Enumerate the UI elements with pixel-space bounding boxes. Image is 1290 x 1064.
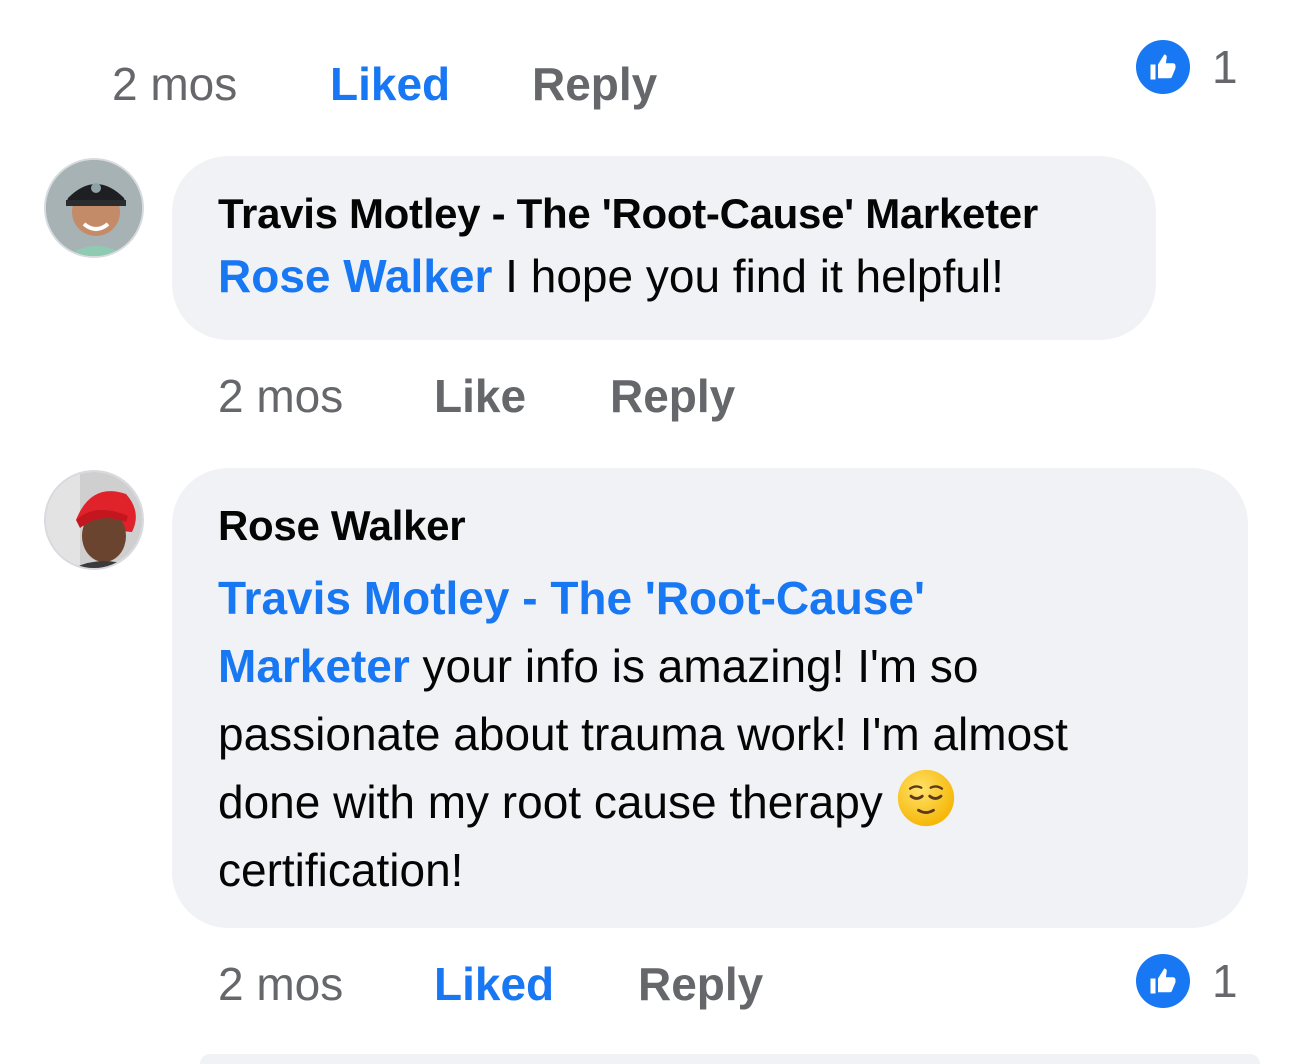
- avatar-travis[interactable]: [44, 158, 144, 258]
- reaction-summary[interactable]: 1: [1136, 40, 1238, 94]
- mention-link[interactable]: Rose Walker: [218, 250, 492, 302]
- reply-button[interactable]: Reply: [638, 956, 763, 1012]
- comment-bubble-travis: Travis Motley - The 'Root-Cause' Markete…: [172, 156, 1156, 340]
- reaction-summary[interactable]: 1: [1136, 954, 1238, 1008]
- like-button[interactable]: Liked: [434, 956, 554, 1012]
- mention-link-continued[interactable]: Marketer: [218, 640, 410, 692]
- comment-timestamp: 2 mos: [218, 370, 344, 422]
- comment-body: Rose Walker I hope you find it helpful!: [218, 242, 1110, 310]
- comment-text: passionate about trauma work! I'm almost: [218, 708, 1068, 760]
- next-comment-bubble-edge: [200, 1054, 1260, 1064]
- thumbs-up-icon: [1136, 954, 1190, 1008]
- relieved-face-emoji: [897, 769, 954, 827]
- reply-button[interactable]: Reply: [532, 56, 657, 112]
- comment-text: done with my root cause therapy: [218, 776, 896, 828]
- like-button[interactable]: Liked: [330, 56, 450, 112]
- comment-bubble-rose: Rose Walker Travis Motley - The 'Root-Ca…: [172, 468, 1248, 928]
- comment-timestamp: 2 mos: [218, 958, 344, 1010]
- thumbs-up-icon: [1136, 40, 1190, 94]
- comment-timestamp: 2 mos: [112, 58, 238, 110]
- reaction-count: 1: [1212, 955, 1238, 1007]
- mention-link[interactable]: Travis Motley - The 'Root-Cause': [218, 572, 925, 624]
- avatar-rose[interactable]: [44, 470, 144, 570]
- comment-author[interactable]: Rose Walker: [218, 500, 1202, 552]
- comment-body: Travis Motley - The 'Root-Cause' Markete…: [218, 564, 1202, 904]
- reply-button[interactable]: Reply: [610, 368, 735, 424]
- comment-text: your info is amazing! I'm so: [409, 640, 979, 692]
- comment-text: I hope you find it helpful!: [492, 250, 1004, 302]
- like-button[interactable]: Like: [434, 368, 526, 424]
- comment-text: certification!: [218, 844, 464, 896]
- comment-author[interactable]: Travis Motley - The 'Root-Cause' Markete…: [218, 188, 1110, 240]
- reaction-count: 1: [1212, 41, 1238, 93]
